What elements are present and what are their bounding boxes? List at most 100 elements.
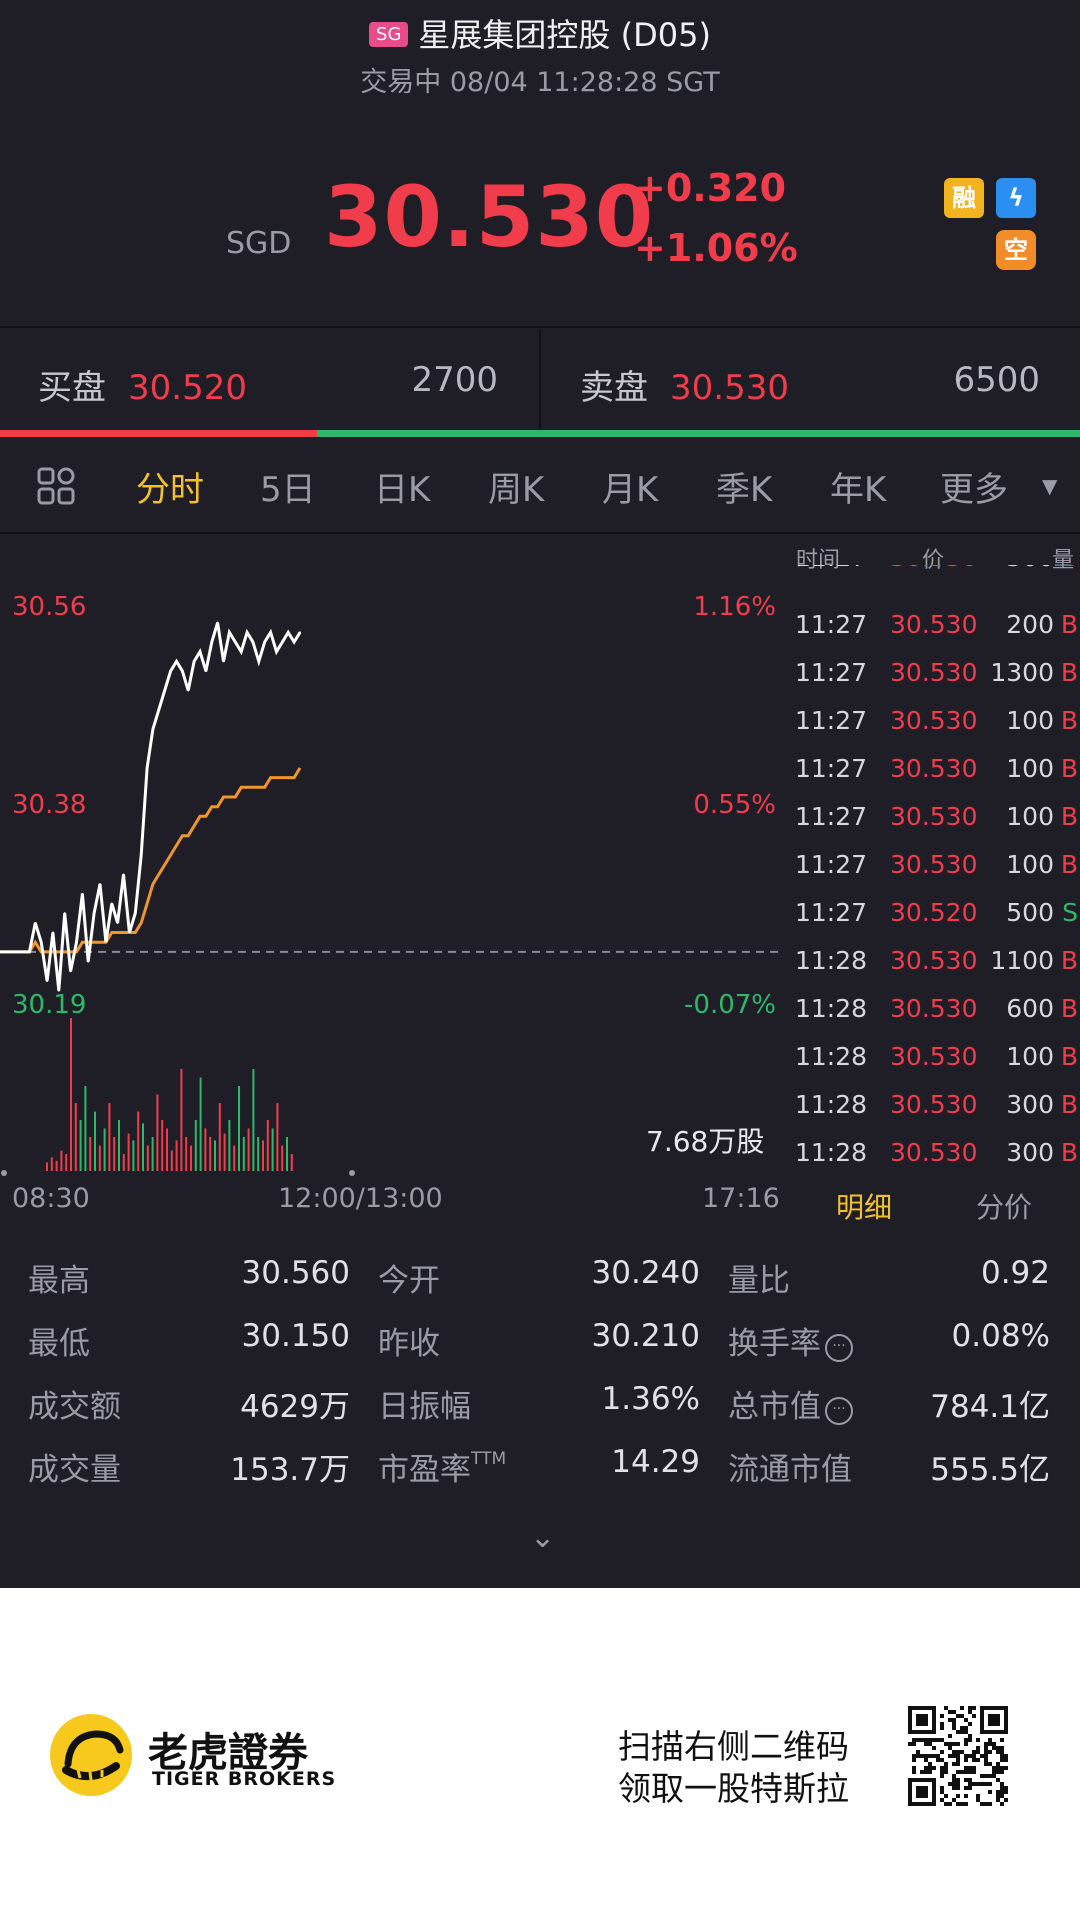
ask-qty: 6500 <box>953 360 1040 400</box>
trade-time: 11:27 <box>795 706 868 735</box>
trade-volume: 100 <box>1006 802 1054 831</box>
trade-side: B <box>1060 994 1078 1023</box>
trade-volume: 1100 <box>990 946 1054 975</box>
stat-label-text: 今开 <box>378 1263 440 1299</box>
volume-bar <box>98 1145 101 1171</box>
tab-more[interactable]: 更多 <box>940 462 1008 511</box>
volume-bar <box>228 1120 231 1171</box>
stat-label-text: 总市值 <box>728 1389 821 1425</box>
bid-panel[interactable]: 买盘 30.520 2700 <box>38 360 498 409</box>
trade-volume: 600 <box>1006 994 1054 1023</box>
volume-bar <box>194 1120 197 1171</box>
volume-bar <box>94 1111 96 1171</box>
ask-panel[interactable]: 卖盘 30.530 6500 <box>580 360 1040 409</box>
info-icon[interactable]: ··· <box>825 1397 853 1425</box>
info-icon[interactable]: ··· <box>825 1334 853 1362</box>
quote-screen: SG 星展集团控股 (D05) 交易中 08/04 11:28:28 SGT SG… <box>0 0 1080 1588</box>
volume-bar <box>290 1154 293 1171</box>
stat-label-text: 量比 <box>728 1263 790 1299</box>
bid-price: 30.520 <box>128 368 247 408</box>
tab-trade-detail[interactable]: 明细 <box>836 1186 892 1226</box>
stock-title[interactable]: SG 星展集团控股 (D05) <box>0 10 1080 56</box>
volume-bar <box>122 1154 125 1171</box>
expand-chevron-icon[interactable]: ⌄ <box>530 1520 555 1555</box>
volume-bar <box>137 1111 140 1171</box>
trade-volume: 300 <box>1006 1090 1054 1119</box>
bid-ratio-bar <box>0 430 317 437</box>
trade-price: 30.530 <box>890 1138 978 1167</box>
tab-intraday[interactable]: 分时 <box>136 462 204 511</box>
tab-5day[interactable]: 5日 <box>260 462 316 511</box>
volume-bar <box>190 1145 192 1171</box>
trade-side: B <box>1061 565 1078 572</box>
trade-time: 11:28 <box>795 1138 868 1167</box>
volume-bar <box>166 1128 168 1171</box>
trade-price: 30.530 <box>890 802 978 831</box>
tab-weekly-k[interactable]: 周K <box>488 462 544 511</box>
volume-bar <box>70 1018 72 1171</box>
volume-bar <box>266 1120 269 1171</box>
stat-label: 换手率 ··· <box>728 1318 853 1363</box>
trade-time: 11:28 <box>795 994 868 1023</box>
trade-row: 11:27 30.530 500 B <box>790 565 1080 589</box>
price-label-low: 30.19 <box>12 990 87 1020</box>
trade-row: 11:27 30.530 100 B <box>790 850 1080 898</box>
trade-side: B <box>1060 610 1078 639</box>
stat-value: 1.36% <box>601 1381 700 1417</box>
intraday-chart[interactable] <box>0 535 780 1185</box>
axis-dot <box>349 1170 355 1176</box>
volume-bar <box>132 1140 135 1171</box>
volume-bar <box>209 1137 212 1171</box>
trade-time: 11:28 <box>795 1042 868 1071</box>
volume-bar <box>214 1140 216 1171</box>
stat-value: 0.92 <box>980 1255 1050 1291</box>
volume-bar <box>113 1137 116 1171</box>
tab-price-distribution[interactable]: 分价 <box>976 1186 1032 1226</box>
stat-label: 成交额 <box>28 1381 121 1426</box>
tab-daily-k[interactable]: 日K <box>374 462 430 511</box>
volume-bar <box>175 1140 178 1171</box>
trade-volume: 100 <box>1006 850 1054 879</box>
trade-price: 30.520 <box>890 898 978 927</box>
axis-dot <box>1 1170 7 1176</box>
trade-row: 11:28 30.530 300 B <box>790 1138 1080 1186</box>
trade-time: 11:27 <box>795 658 868 687</box>
stat-label-text: 最低 <box>28 1326 90 1362</box>
trade-volume: 300 <box>1006 1138 1054 1167</box>
lightning-icon[interactable]: ϟ <box>996 178 1036 218</box>
volume-bar <box>89 1137 92 1171</box>
stat-value: 784.1亿 <box>930 1389 1050 1425</box>
trade-price: 30.530 <box>890 946 978 975</box>
tab-yearly-k[interactable]: 年K <box>830 462 886 511</box>
volume-bar <box>55 1160 58 1171</box>
volume-bars <box>46 1018 293 1171</box>
margin-icon[interactable]: 融 <box>944 178 984 218</box>
volume-bar <box>127 1133 130 1171</box>
trade-row: 11:27 30.520 500 S <box>790 898 1080 946</box>
trade-time: 11:27 <box>795 754 868 783</box>
stat-label: 成交量 <box>28 1444 121 1489</box>
grid-menu-icon[interactable] <box>36 466 76 506</box>
volume-bar <box>46 1162 48 1171</box>
price-change-pct: +1.06% <box>634 226 798 270</box>
trade-time: 11:27 <box>795 850 868 879</box>
volume-bar <box>60 1150 63 1171</box>
trade-volume: 1300 <box>990 658 1054 687</box>
stock-name: 星展集团控股 <box>418 16 611 54</box>
tab-quarterly-k[interactable]: 季K <box>716 462 772 511</box>
trade-row: 11:28 30.530 1100 B <box>790 946 1080 994</box>
currency: SGD <box>226 226 292 261</box>
tab-monthly-k[interactable]: 月K <box>602 462 658 511</box>
volume-bar <box>238 1086 240 1171</box>
tiger-logo-icon <box>50 1714 132 1796</box>
stat-label-text: 流通市值 <box>728 1452 852 1488</box>
trade-time: 11:27 <box>795 565 867 572</box>
chevron-down-icon[interactable]: ▼ <box>1042 474 1057 498</box>
volume-bar <box>252 1069 255 1171</box>
stat-value: 30.210 <box>591 1318 700 1354</box>
volume-bar <box>185 1137 188 1171</box>
short-sell-icon[interactable]: 空 <box>996 230 1036 270</box>
volume-bar <box>161 1120 164 1171</box>
market-badge: SG <box>369 22 409 47</box>
trade-row: 11:27 30.530 1300 B <box>790 658 1080 706</box>
